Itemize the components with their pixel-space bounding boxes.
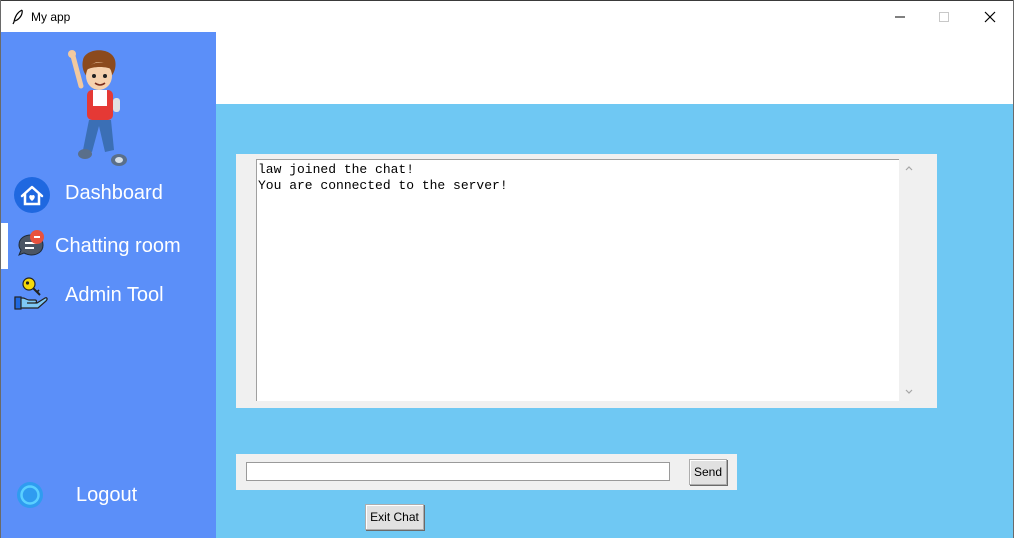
title-bar[interactable]: My app (1, 1, 1013, 32)
feather-icon (12, 9, 23, 25)
sidebar-item-chatting-room[interactable]: Chatting room (1, 223, 216, 269)
chat-message: You are connected to the server! (258, 178, 508, 193)
logout-button[interactable]: Logout (1, 475, 216, 515)
cartoon-boy-avatar (68, 50, 127, 166)
exit-chat-button[interactable]: Exit Chat (365, 504, 424, 530)
logout-label: Logout (76, 484, 138, 506)
maximize-button[interactable] (921, 2, 967, 32)
close-icon (984, 11, 996, 23)
scroll-up-arrow-icon[interactable] (903, 162, 915, 174)
close-button[interactable] (967, 2, 1013, 32)
sidebar-item-label: Admin Tool (65, 284, 164, 306)
home-heart-icon (14, 177, 50, 213)
logout-circle-icon (17, 482, 43, 508)
sidebar-item-admin-tool[interactable]: Admin Tool (1, 274, 216, 314)
send-button[interactable]: Send (689, 459, 727, 485)
chat-log-panel: law joined the chat! You are connected t… (236, 154, 937, 408)
sidebar: Dashboard Chatting room Admin Tool Logou… (1, 32, 216, 538)
minimize-icon (895, 16, 905, 18)
key-hand-icon (14, 277, 48, 310)
message-input[interactable] (246, 462, 670, 481)
maximize-icon (939, 12, 949, 22)
sidebar-item-label: Dashboard (65, 182, 163, 204)
message-input-panel: Send (236, 454, 737, 490)
scroll-down-arrow-icon[interactable] (903, 386, 915, 398)
chat-bubble-icon (18, 230, 44, 256)
sidebar-item-label: Chatting room (55, 235, 181, 257)
chat-room-area: law joined the chat! You are connected t… (216, 104, 1013, 538)
minimize-button[interactable] (877, 2, 923, 32)
sidebar-item-dashboard[interactable]: Dashboard (1, 174, 216, 214)
chat-log[interactable]: law joined the chat! You are connected t… (256, 159, 899, 401)
window-title: My app (31, 10, 71, 24)
chat-message: law joined the chat! (258, 162, 415, 177)
active-indicator (1, 223, 8, 269)
header-area (216, 32, 1013, 104)
